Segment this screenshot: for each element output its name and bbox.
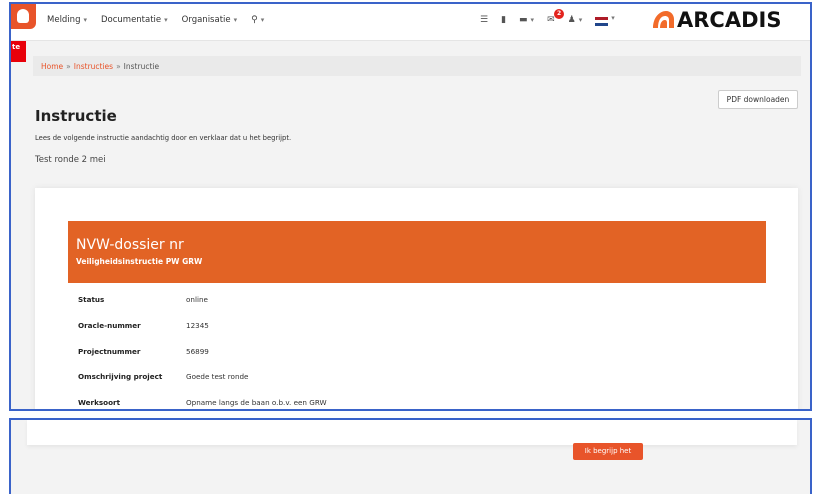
instruction-subtitle: Test ronde 2 mei: [35, 155, 106, 165]
nav-tools: ☰ ▮ ▬ ▾ ✉ 2 ♟ ▾ ▾: [480, 8, 615, 26]
breadcrumb-current: Instructie: [123, 62, 160, 71]
field-value: Opname langs de baan o.b.v. een GRW: [186, 398, 327, 407]
app-logo-icon[interactable]: [11, 4, 36, 29]
list-icon[interactable]: ☰: [480, 15, 488, 25]
breadcrumb: Home» Instructies» Instructie: [33, 56, 801, 76]
brand-name: ARCADIS: [677, 8, 782, 32]
chevron-down-icon: ▾: [164, 16, 168, 24]
field-label: Oracle-nummer: [78, 321, 141, 330]
search-menu[interactable]: ⚲ ▾: [251, 15, 264, 25]
field-label: Omschrijving project: [78, 372, 163, 381]
field-label: Werksoort: [78, 398, 121, 407]
bottom-panel: Ik begrijp het: [9, 418, 812, 494]
menu-organisatie[interactable]: Organisatie ▾: [182, 15, 237, 25]
card-footer: [27, 420, 797, 445]
confirm-understood-button[interactable]: Ik begrijp het: [573, 443, 643, 460]
instruction-card: NVW-dossier nr Veiligheidsinstructie PW …: [35, 188, 798, 409]
menu-melding[interactable]: Melding ▾: [47, 15, 87, 25]
field-value: Goede test ronde: [186, 372, 249, 381]
chevron-down-icon: ▾: [233, 16, 238, 24]
chevron-down-icon: ▾: [260, 16, 265, 24]
field-value: 12345: [186, 321, 209, 330]
user-icon[interactable]: ♟ ▾: [568, 15, 583, 25]
language-flag-icon[interactable]: ▾: [595, 13, 615, 26]
comment-icon[interactable]: ▬ ▾: [519, 15, 534, 25]
mail-icon[interactable]: ✉ 2: [547, 8, 565, 25]
field-value: online: [186, 295, 208, 304]
pdf-download-button[interactable]: PDF downloaden: [718, 90, 798, 109]
page-title: Instructie: [35, 107, 117, 125]
card-header-subtitle: Veiligheidsinstructie PW GRW: [76, 257, 203, 266]
menu-documentatie[interactable]: Documentatie ▾: [101, 15, 168, 25]
field-label: Projectnummer: [78, 347, 141, 356]
search-icon: ⚲: [251, 15, 258, 25]
environment-tag: te: [11, 41, 26, 62]
card-header-title: NVW-dossier nr: [76, 237, 184, 253]
field-label: Status: [78, 295, 105, 304]
top-panel: Melding ▾ Documentatie ▾ Organisatie ▾ ⚲ ▾ ☰…: [9, 2, 812, 411]
navbar: Melding ▾ Documentatie ▾ Organisatie ▾ ⚲ ▾ ☰…: [11, 4, 810, 41]
main-menu: Melding ▾ Documentatie ▾ Organisatie ▾ ⚲ ▾: [47, 15, 264, 25]
breadcrumb-instructies[interactable]: Instructies: [74, 62, 113, 71]
breadcrumb-home[interactable]: Home: [41, 62, 63, 71]
field-value: 56899: [186, 347, 209, 356]
intro-text: Lees de volgende instructie aandachtig d…: [35, 134, 292, 142]
file-icon[interactable]: ▮: [501, 15, 506, 25]
arcadis-logo-icon: [653, 11, 674, 28]
card-header: NVW-dossier nr Veiligheidsinstructie PW …: [68, 221, 766, 283]
notification-badge: 2: [554, 8, 565, 19]
chevron-down-icon: ▾: [83, 16, 87, 24]
